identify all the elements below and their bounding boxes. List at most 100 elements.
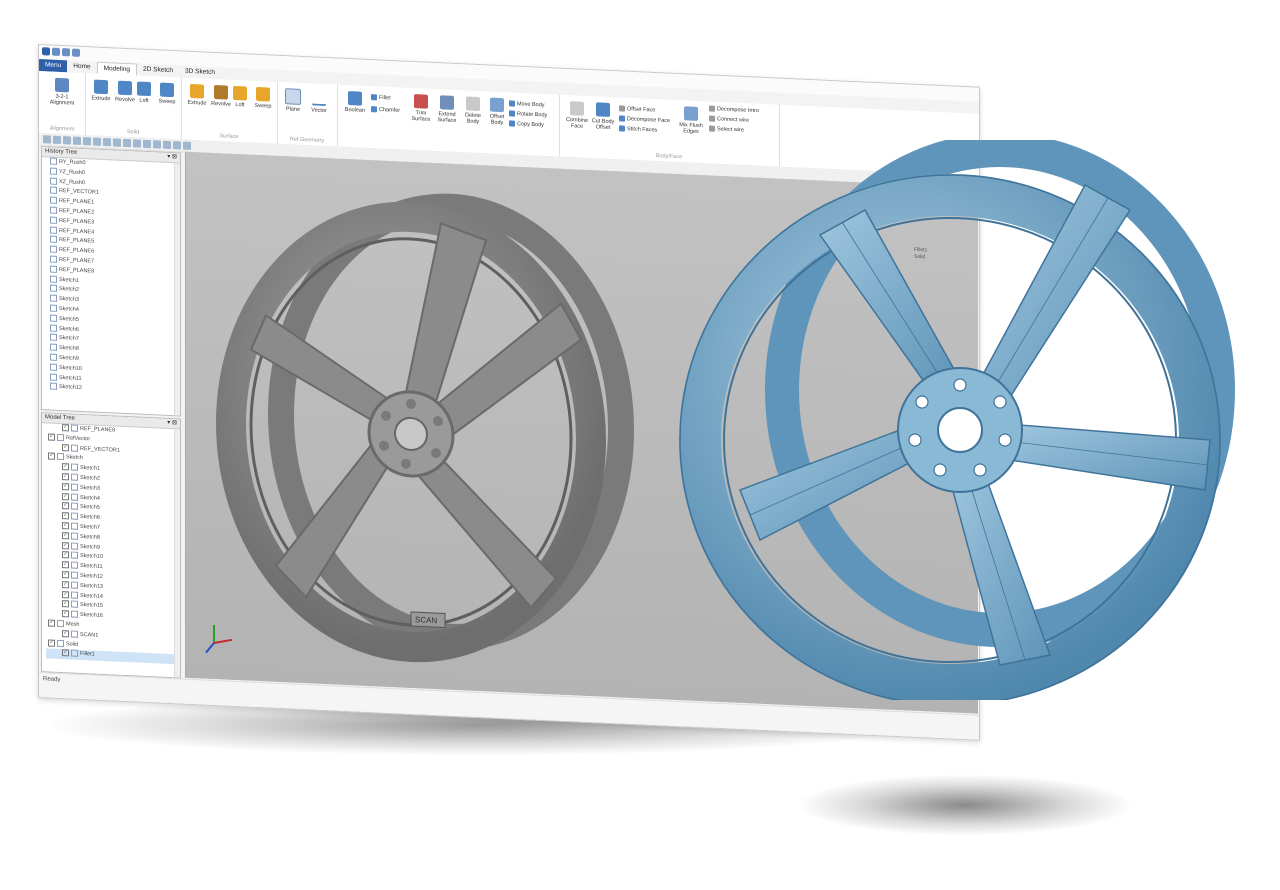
plane-button[interactable]: Plane <box>279 88 307 113</box>
pan-icon[interactable] <box>133 139 141 148</box>
plane-icon <box>50 177 57 185</box>
connect-wire-button[interactable]: Connect wire <box>709 115 749 124</box>
history-tree-item-label: Sketch1 <box>59 276 79 284</box>
visibility-checkbox[interactable]: ✓ <box>48 452 55 461</box>
offset-face-button[interactable]: Offset Face <box>619 105 655 113</box>
sweep-icon <box>160 82 174 98</box>
surface-revolve-icon <box>214 84 228 100</box>
surface-sweep-button[interactable]: Sweep <box>249 86 277 110</box>
boolean-button[interactable]: Boolean <box>341 91 369 114</box>
visibility-checkbox[interactable]: ✓ <box>62 443 69 452</box>
view-bottom-icon[interactable] <box>73 136 81 145</box>
surface-loft-icon <box>233 85 247 101</box>
solid-sweep-button[interactable]: Sweep <box>153 82 181 105</box>
copy-body-button[interactable]: Copy Body <box>509 120 544 128</box>
view-back-icon[interactable] <box>53 135 61 145</box>
visibility-checkbox[interactable]: ✓ <box>62 531 69 540</box>
rotate-view-icon[interactable] <box>143 139 151 149</box>
open-file-icon[interactable] <box>62 48 70 57</box>
history-tree-item-label: REF_PLANE1 <box>59 198 95 206</box>
visibility-checkbox[interactable]: ✓ <box>62 649 69 657</box>
view-left-icon[interactable] <box>83 137 91 146</box>
visibility-checkbox[interactable]: ✓ <box>62 580 69 589</box>
extend-surface-icon <box>440 95 454 110</box>
surface-extrude-icon <box>190 83 204 99</box>
mix-flush-edges-label: Mix Flush Edges <box>679 122 703 136</box>
tree-node-icon <box>71 473 78 481</box>
combine-face-button[interactable]: Combine Face <box>563 101 591 130</box>
model-tree-item-label: Sketch11 <box>80 563 103 571</box>
history-scrollbar[interactable] <box>174 163 180 416</box>
visibility-checkbox[interactable]: ✓ <box>62 551 69 559</box>
visibility-checkbox[interactable]: ✓ <box>62 522 69 530</box>
visibility-checkbox[interactable]: ✓ <box>62 561 69 569</box>
save-icon[interactable] <box>72 48 80 57</box>
filter-icon[interactable] <box>183 141 191 150</box>
visibility-checkbox[interactable]: ✓ <box>62 610 69 618</box>
visibility-checkbox[interactable]: ✓ <box>62 600 69 608</box>
history-tree-item-label: Sketch10 <box>59 364 82 372</box>
model-tree-item-label: Sketch16 <box>80 612 103 620</box>
trim-surface-button[interactable]: Trim Surface <box>407 94 435 123</box>
fillet-button[interactable]: Fillet <box>371 94 391 101</box>
visibility-checkbox[interactable]: ✓ <box>62 541 69 550</box>
model-tree-item-label: Sketch13 <box>80 582 103 590</box>
decompose-face-button[interactable]: Decompose Face <box>619 115 670 124</box>
plane-icon <box>50 206 57 214</box>
select-wire-button[interactable]: Select wire <box>709 125 744 134</box>
decompose-intro-button[interactable]: Decompose Intro <box>709 105 759 114</box>
copy-body-icon <box>509 120 515 127</box>
history-tree-item-label: REF_VECTOR1 <box>59 188 99 197</box>
stitch-faces-button[interactable]: Stitch Faces <box>619 125 657 134</box>
tree-node-icon <box>71 542 78 550</box>
visibility-checkbox[interactable]: ✓ <box>62 512 69 520</box>
offset-body-label: Offset Body <box>489 113 505 127</box>
alignment-button[interactable]: 3-2-1 Alignment <box>47 77 77 107</box>
pin-icon[interactable]: ▾ ⊠ <box>167 153 177 162</box>
visibility-checkbox[interactable]: ✓ <box>62 502 69 510</box>
visibility-checkbox[interactable]: ✓ <box>62 590 69 599</box>
view-right-icon[interactable] <box>93 137 101 146</box>
tree-node-icon <box>71 424 78 432</box>
view-top-icon[interactable] <box>63 136 71 145</box>
view-front-icon[interactable] <box>43 135 51 144</box>
select-mode-icon[interactable] <box>173 141 181 150</box>
tree-node-icon <box>71 600 78 609</box>
model-scrollbar[interactable] <box>174 429 180 678</box>
view-iso-icon[interactable] <box>103 137 111 147</box>
new-file-icon[interactable] <box>52 47 60 56</box>
tree-node-icon <box>71 502 78 511</box>
visibility-checkbox[interactable]: ✓ <box>62 424 69 432</box>
pin-icon[interactable]: ▾ ⊠ <box>167 419 177 428</box>
offset-body-button[interactable]: Offset Body <box>483 97 511 126</box>
plane-icon <box>50 255 57 263</box>
visibility-checkbox[interactable]: ✓ <box>48 619 55 627</box>
wireframe-icon[interactable] <box>163 140 171 150</box>
visibility-checkbox[interactable]: ✓ <box>62 629 69 638</box>
model-tree-item-label: REF_PLANE8 <box>80 425 116 434</box>
app-logo-icon[interactable] <box>42 47 50 56</box>
vector-button[interactable]: Vector <box>305 89 333 114</box>
surface-loft-button[interactable]: Loft <box>229 85 251 109</box>
solid-loft-button[interactable]: Loft <box>133 81 155 104</box>
visibility-checkbox[interactable]: ✓ <box>62 482 69 491</box>
zoom-window-icon[interactable] <box>123 138 131 148</box>
visibility-checkbox[interactable]: ✓ <box>48 433 55 441</box>
shading-icon[interactable] <box>153 140 161 149</box>
extend-surface-button[interactable]: Extend Surface <box>433 95 461 124</box>
move-body-button[interactable]: Move Body <box>509 100 545 108</box>
rotate-body-button[interactable]: Rotate Body <box>509 110 547 119</box>
visibility-checkbox[interactable]: ✓ <box>62 571 69 579</box>
surface-sweep-icon <box>256 86 270 102</box>
cut-body-offset-button[interactable]: Cut Body Offset <box>589 102 617 131</box>
zoom-fit-icon[interactable] <box>113 138 121 147</box>
visibility-checkbox[interactable]: ✓ <box>48 639 55 647</box>
history-tree-item-label: Sketch5 <box>59 315 79 323</box>
delete-body-icon <box>466 96 480 112</box>
chamfer-button[interactable]: Chamfer <box>371 106 400 114</box>
visibility-checkbox[interactable]: ✓ <box>62 463 69 471</box>
visibility-checkbox[interactable]: ✓ <box>62 473 69 481</box>
mix-flush-edges-button[interactable]: Mix Flush Edges <box>677 106 705 135</box>
solid-revolve-label: Revolve <box>115 96 135 104</box>
visibility-checkbox[interactable]: ✓ <box>62 492 69 501</box>
